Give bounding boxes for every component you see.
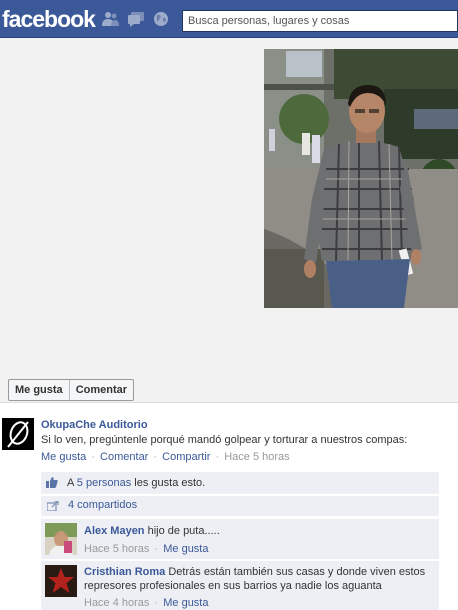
post-author-name[interactable]: OkupaChe Auditorio <box>41 419 148 431</box>
separator: · <box>154 597 159 609</box>
author-avatar[interactable] <box>2 418 34 450</box>
post-actions: Me gusta · Comentar · Compartir · Hace 5… <box>41 451 290 463</box>
comment-item: Cristhian Roma Detrás están también sus … <box>41 561 439 610</box>
comment-text: hijo de puta..... <box>147 525 220 537</box>
photo-stage <box>0 38 458 403</box>
comment-like-link[interactable]: Me gusta <box>163 543 208 555</box>
post-comment-link[interactable]: Comentar <box>100 451 148 463</box>
comment-item: Alex Mayen hijo de puta..... Hace 5 hora… <box>41 519 439 559</box>
friend-requests-icon[interactable] <box>102 11 120 27</box>
comment-timestamp[interactable]: Hace 4 horas <box>84 597 149 609</box>
share-icon <box>46 500 59 512</box>
separator: · <box>91 451 95 463</box>
likes-summary: A 5 personas les gusta esto. <box>41 472 439 494</box>
photo-action-buttons: Me gusta Comentar <box>8 379 135 401</box>
commenter-name[interactable]: Alex Mayen <box>84 525 145 537</box>
likes-suffix: les gusta esto. <box>134 477 206 489</box>
comment-timestamp[interactable]: Hace 5 horas <box>84 543 149 555</box>
post-photo[interactable] <box>264 49 458 308</box>
thumbs-up-icon <box>46 477 58 488</box>
post-text: Si lo ven, pregúntenle porqué mandó golp… <box>41 434 408 446</box>
separator: · <box>154 543 159 555</box>
shares-summary: 4 compartidos <box>41 496 439 516</box>
notifications-globe-icon[interactable] <box>152 11 170 27</box>
separator: · <box>153 451 158 463</box>
likes-people-link[interactable]: 5 personas <box>77 477 131 489</box>
messages-icon[interactable] <box>127 11 145 27</box>
like-button[interactable]: Me gusta <box>9 380 69 400</box>
shares-link[interactable]: 4 compartidos <box>68 499 137 511</box>
commenter-avatar[interactable] <box>45 565 77 597</box>
comment-button[interactable]: Comentar <box>68 380 133 400</box>
facebook-logo[interactable]: facebook <box>2 6 96 32</box>
commenter-name[interactable]: Cristhian Roma <box>84 566 165 578</box>
likes-prefix: A <box>67 477 74 489</box>
search-input[interactable]: Busca personas, lugares y cosas <box>182 10 458 32</box>
post-share-link[interactable]: Compartir <box>162 451 210 463</box>
separator: · <box>215 451 220 463</box>
post-like-link[interactable]: Me gusta <box>41 451 86 463</box>
post-timestamp[interactable]: Hace 5 horas <box>224 451 289 463</box>
top-bar: facebook Busca personas, lugares y cosas <box>0 0 458 38</box>
comment-like-link[interactable]: Me gusta <box>163 597 208 609</box>
commenter-avatar[interactable] <box>45 523 77 555</box>
